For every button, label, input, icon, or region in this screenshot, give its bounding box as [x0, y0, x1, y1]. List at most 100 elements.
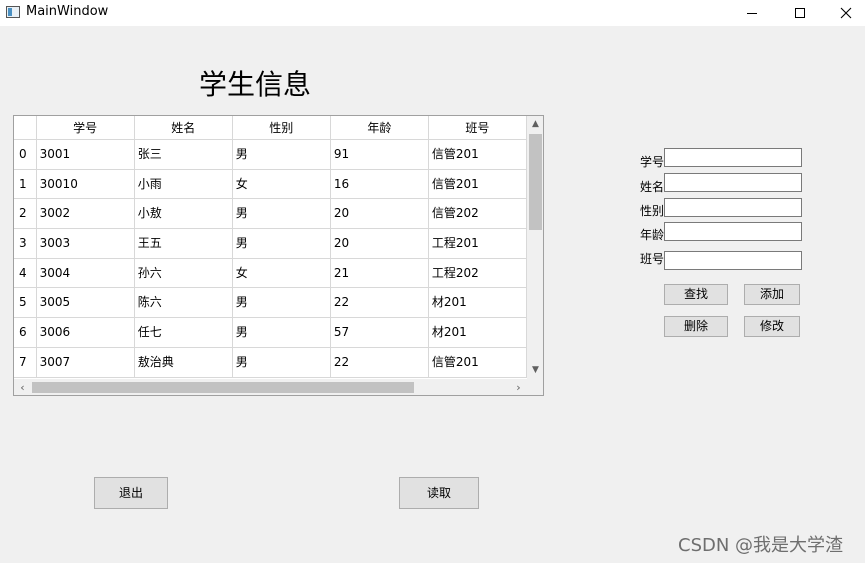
page-title: 学生信息 [199, 68, 312, 101]
row-header[interactable]: 1 [14, 169, 37, 200]
minimize-button[interactable] [729, 0, 775, 26]
close-icon [840, 7, 852, 19]
title-bar: MainWindow [0, 0, 865, 26]
student-id-input[interactable] [664, 148, 802, 167]
table-cell-class[interactable]: 工程202 [428, 258, 527, 289]
watermark: CSDN @我是大学渣 [678, 535, 844, 556]
maximize-button[interactable] [777, 0, 823, 26]
table-cell-class[interactable]: 材201 [428, 318, 527, 348]
table-cell-gender[interactable]: 男 [232, 288, 331, 319]
table-row[interactable]: 2 3002 小敖 男 20 信管202 [14, 199, 527, 230]
column-header-age[interactable]: 年龄 [330, 116, 429, 140]
table-cell-class[interactable]: 信管202 [428, 199, 527, 230]
table-row[interactable]: 4 3004 孙六 女 21 工程202 [14, 258, 527, 289]
label-class: 班号 [640, 252, 665, 266]
scroll-up-arrow-icon[interactable]: ▲ [527, 116, 543, 133]
exit-button[interactable]: 退出 [94, 477, 168, 509]
gender-input[interactable] [664, 198, 802, 217]
table-cell-class[interactable]: 工程201 [428, 229, 527, 259]
table-cell-id[interactable]: 3005 [36, 288, 135, 319]
age-input[interactable] [664, 222, 802, 241]
name-input[interactable] [664, 173, 802, 192]
table-cell-age[interactable]: 91 [330, 140, 429, 170]
row-header[interactable]: 5 [14, 288, 37, 319]
table-body: 0 3001 张三 男 91 信管201 1 30010 小雨 女 16 信管2… [14, 140, 527, 378]
window-title: MainWindow [26, 4, 109, 19]
read-button[interactable]: 读取 [399, 477, 479, 509]
label-age: 年龄 [640, 228, 665, 242]
table-cell-name[interactable]: 张三 [134, 140, 233, 170]
row-header[interactable]: 7 [14, 347, 37, 378]
delete-button[interactable]: 删除 [664, 316, 728, 337]
column-header-name[interactable]: 姓名 [134, 116, 233, 140]
modify-button[interactable]: 修改 [744, 316, 800, 337]
add-button[interactable]: 添加 [744, 284, 800, 305]
table-row[interactable]: 1 30010 小雨 女 16 信管201 [14, 169, 527, 200]
table-cell-gender[interactable]: 男 [232, 347, 331, 378]
horizontal-scroll-thumb[interactable] [32, 382, 414, 393]
table-cell-gender[interactable]: 男 [232, 318, 331, 348]
table-cell-class[interactable]: 信管201 [428, 347, 527, 378]
table-cell-age[interactable]: 16 [330, 169, 429, 200]
label-student-id: 学号 [640, 155, 665, 169]
table-cell-gender[interactable]: 男 [232, 140, 331, 170]
maximize-icon [795, 8, 805, 18]
scroll-right-arrow-icon[interactable]: › [510, 379, 527, 395]
label-gender: 性别 [640, 204, 665, 218]
row-header[interactable]: 2 [14, 199, 37, 230]
row-header[interactable]: 6 [14, 318, 37, 348]
vertical-scroll-thumb[interactable] [529, 134, 542, 230]
table-cell-age[interactable]: 21 [330, 258, 429, 289]
table-row[interactable]: 5 3005 陈六 男 22 材201 [14, 288, 527, 319]
row-header[interactable]: 4 [14, 258, 37, 289]
column-header-class[interactable]: 班号 [428, 116, 527, 140]
table-cell-gender[interactable]: 女 [232, 258, 331, 289]
search-button[interactable]: 查找 [664, 284, 728, 305]
scroll-down-arrow-icon[interactable]: ▼ [527, 362, 543, 379]
column-header-id[interactable]: 学号 [36, 116, 135, 140]
table-row[interactable]: 6 3006 任七 男 57 材201 [14, 318, 527, 348]
table-cell-name[interactable]: 陈六 [134, 288, 233, 319]
table-cell-name[interactable]: 小雨 [134, 169, 233, 200]
table-cell-gender[interactable]: 男 [232, 229, 331, 259]
table-cell-age[interactable]: 22 [330, 288, 429, 319]
table-cell-name[interactable]: 敖治典 [134, 347, 233, 378]
table-cell-name[interactable]: 任七 [134, 318, 233, 348]
class-input[interactable] [664, 251, 802, 270]
table-corner-button[interactable] [14, 116, 37, 140]
table-cell-name[interactable]: 王五 [134, 229, 233, 259]
table-cell-age[interactable]: 22 [330, 347, 429, 378]
table-cell-id[interactable]: 3007 [36, 347, 135, 378]
table-row[interactable]: 3 3003 王五 男 20 工程201 [14, 229, 527, 259]
table-cell-id[interactable]: 3006 [36, 318, 135, 348]
table-header-row: 学号 姓名 性别 年龄 班号 [14, 116, 527, 140]
label-name: 姓名 [640, 180, 665, 194]
table-cell-gender[interactable]: 女 [232, 169, 331, 200]
vertical-scrollbar[interactable]: ▲ ▼ [527, 116, 543, 379]
table-cell-class[interactable]: 信管201 [428, 140, 527, 170]
row-header[interactable]: 0 [14, 140, 37, 170]
table-cell-age[interactable]: 20 [330, 199, 429, 230]
column-header-gender[interactable]: 性别 [232, 116, 331, 140]
close-button[interactable] [823, 0, 865, 26]
table-cell-age[interactable]: 20 [330, 229, 429, 259]
horizontal-scrollbar[interactable]: ‹ › [14, 379, 527, 395]
table-cell-age[interactable]: 57 [330, 318, 429, 348]
scroll-left-arrow-icon[interactable]: ‹ [14, 379, 31, 395]
table-cell-name[interactable]: 孙六 [134, 258, 233, 289]
table-cell-id[interactable]: 3004 [36, 258, 135, 289]
row-header[interactable]: 3 [14, 229, 37, 259]
table-cell-id[interactable]: 3003 [36, 229, 135, 259]
student-table[interactable]: 学号 姓名 性别 年龄 班号 0 3001 张三 男 91 信管201 1 30… [13, 115, 544, 396]
table-row[interactable]: 7 3007 敖治典 男 22 信管201 [14, 347, 527, 378]
table-cell-class[interactable]: 信管201 [428, 169, 527, 200]
table-cell-gender[interactable]: 男 [232, 199, 331, 230]
table-cell-id[interactable]: 3001 [36, 140, 135, 170]
table-cell-class[interactable]: 材201 [428, 288, 527, 319]
table-cell-id[interactable]: 3002 [36, 199, 135, 230]
minimize-icon [747, 12, 757, 14]
table-row[interactable]: 0 3001 张三 男 91 信管201 [14, 140, 527, 170]
table-cell-id[interactable]: 30010 [36, 169, 135, 200]
table-cell-name[interactable]: 小敖 [134, 199, 233, 230]
app-window-icon [6, 6, 20, 18]
